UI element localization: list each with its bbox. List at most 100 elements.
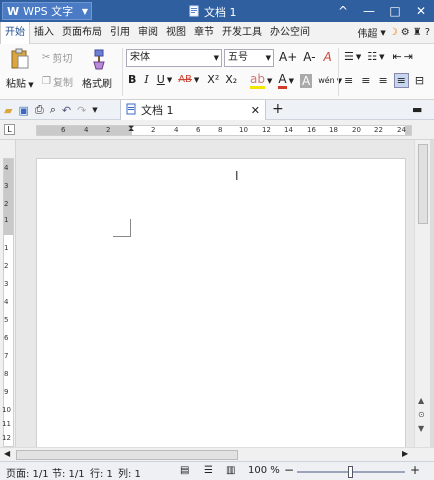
- ribbon-collapse-icon[interactable]: ^: [330, 0, 356, 22]
- ruler-number: 10: [2, 406, 11, 414]
- increase-font-icon[interactable]: A+: [279, 50, 297, 64]
- clear-format-icon[interactable]: A: [324, 50, 332, 64]
- page-view-icon[interactable]: ▤: [180, 465, 189, 476]
- ruler-number: 2: [106, 126, 111, 134]
- next-page-icon[interactable]: ▼: [418, 424, 424, 433]
- scroll-left-icon[interactable]: ◀: [4, 449, 10, 458]
- status-line[interactable]: 行: 1: [90, 465, 113, 480]
- help-icon[interactable]: ?: [425, 27, 430, 38]
- menu-home[interactable]: 开始: [0, 21, 30, 44]
- copy-button[interactable]: ❐ 复制: [42, 74, 73, 89]
- scroll-right-icon[interactable]: ▶: [402, 449, 408, 458]
- zoom-level[interactable]: 100 %: [248, 465, 280, 476]
- web-view-icon[interactable]: ▥: [226, 465, 235, 476]
- ribbon-separator: [338, 48, 339, 96]
- vertical-scroll-thumb[interactable]: [418, 144, 428, 224]
- menu-sections[interactable]: 章节: [190, 22, 218, 44]
- font-color-button[interactable]: A: [278, 72, 287, 89]
- horizontal-scroll-thumb[interactable]: [16, 450, 238, 460]
- open-icon[interactable]: ▰: [4, 104, 12, 117]
- menu-page-layout[interactable]: 页面布局: [58, 22, 106, 44]
- share-icon[interactable]: ♜: [413, 27, 422, 38]
- zoom-slider-handle[interactable]: [348, 466, 353, 478]
- zoom-out-button[interactable]: −: [284, 463, 294, 477]
- ruler-number: 3: [4, 280, 9, 288]
- menu-developer[interactable]: 开发工具: [218, 22, 266, 44]
- increase-indent-icon[interactable]: ⇥: [404, 50, 413, 63]
- chevron-down-icon[interactable]: ▼: [379, 53, 384, 61]
- settings-icon[interactable]: ⚙: [401, 27, 410, 38]
- ruler-number: 2: [4, 200, 9, 208]
- zoom-slider[interactable]: [297, 466, 405, 478]
- chevron-down-icon[interactable]: ▼: [167, 76, 172, 84]
- ruler-number: 18: [329, 126, 338, 134]
- highlight-icon[interactable]: ab: [250, 72, 265, 89]
- chevron-down-icon[interactable]: ▼: [380, 29, 385, 37]
- close-button[interactable]: ✕: [408, 0, 434, 22]
- print-preview-icon[interactable]: ⌕: [50, 103, 56, 117]
- align-left-icon[interactable]: ≡: [344, 74, 353, 87]
- status-bar: 页面: 1/1 节: 1/1 行: 1 列: 1 ▤ ☰ ▥ 100 % − +: [0, 461, 434, 480]
- horizontal-scrollbar[interactable]: ◀ ▶: [0, 447, 434, 461]
- ruler-number: 22: [374, 126, 383, 134]
- tab-menu-icon[interactable]: ▬: [412, 103, 422, 116]
- scroll-up-icon[interactable]: ▲: [418, 396, 424, 405]
- paste-button[interactable]: 粘贴 ▼: [6, 48, 34, 90]
- chevron-down-icon[interactable]: ▼: [267, 77, 272, 85]
- status-page[interactable]: 页面: 1/1: [6, 465, 49, 480]
- zoom-in-button[interactable]: +: [410, 463, 420, 477]
- document-tab[interactable]: 文档 1 ✕: [120, 100, 266, 120]
- cut-button[interactable]: ✂ 剪切: [42, 50, 72, 65]
- strikethrough-button[interactable]: AB: [178, 74, 192, 85]
- align-center-icon[interactable]: ≡: [361, 74, 370, 87]
- redo-icon[interactable]: ↷: [77, 104, 86, 117]
- menu-office-space[interactable]: 办公空间: [266, 22, 314, 44]
- status-column[interactable]: 列: 1: [118, 465, 141, 480]
- app-menu-button[interactable]: W WPS 文字 ▼: [2, 2, 92, 20]
- underline-button[interactable]: U: [157, 73, 165, 86]
- copy-label: 复制: [52, 78, 73, 89]
- chevron-down-icon[interactable]: ▼: [289, 77, 294, 85]
- minimize-button[interactable]: —: [356, 0, 382, 22]
- numbered-list-icon[interactable]: ☷: [367, 50, 377, 63]
- subscript-button[interactable]: X₂: [225, 73, 237, 86]
- char-shading-button[interactable]: A: [299, 73, 313, 88]
- menu-insert[interactable]: 插入: [30, 22, 58, 44]
- document-page[interactable]: I: [36, 158, 406, 458]
- chevron-down-icon[interactable]: ▼: [356, 53, 361, 61]
- chevron-down-icon[interactable]: ▼: [92, 106, 97, 114]
- italic-button[interactable]: I: [144, 73, 148, 86]
- skin-icon[interactable]: ☽: [389, 27, 398, 38]
- align-right-icon[interactable]: ≡: [378, 74, 387, 87]
- ruler-number: 6: [196, 126, 201, 134]
- outline-view-icon[interactable]: ☰: [204, 465, 213, 476]
- menu-review[interactable]: 审阅: [134, 22, 162, 44]
- tab-stop-selector[interactable]: L: [4, 124, 15, 135]
- bullet-list-icon[interactable]: ☰: [344, 50, 354, 63]
- menu-view[interactable]: 视图: [162, 22, 190, 44]
- new-tab-button[interactable]: +: [272, 101, 284, 117]
- user-name[interactable]: 伟超: [357, 25, 377, 40]
- indent-marker[interactable]: ⧗: [128, 124, 134, 134]
- save-icon[interactable]: ▣: [18, 104, 28, 117]
- phonetic-guide-button[interactable]: wén: [318, 76, 335, 85]
- menu-references[interactable]: 引用: [106, 22, 134, 44]
- chevron-down-icon[interactable]: ▼: [194, 76, 199, 84]
- decrease-font-icon[interactable]: A-: [303, 50, 315, 64]
- bold-button[interactable]: B: [128, 73, 136, 86]
- justify-icon[interactable]: ≡: [393, 73, 409, 88]
- distribute-icon[interactable]: ⊟: [415, 74, 424, 87]
- font-name-select[interactable]: 宋体 ▼: [126, 49, 222, 67]
- close-tab-icon[interactable]: ✕: [251, 104, 260, 117]
- decrease-indent-icon[interactable]: ⇤: [393, 50, 402, 63]
- format-painter-button[interactable]: 格式刷: [82, 48, 112, 90]
- undo-icon[interactable]: ↶: [62, 104, 71, 117]
- ruler-number: 4: [4, 164, 9, 172]
- superscript-button[interactable]: X²: [207, 73, 219, 86]
- print-icon[interactable]: ⎙: [35, 103, 44, 117]
- status-section[interactable]: 节: 1/1: [52, 465, 85, 480]
- font-size-select[interactable]: 五号 ▼: [224, 49, 274, 67]
- vertical-scrollbar[interactable]: ▲ ⊙ ▼: [414, 140, 430, 447]
- maximize-button[interactable]: □: [382, 0, 408, 22]
- previous-page-icon[interactable]: ⊙: [418, 410, 425, 419]
